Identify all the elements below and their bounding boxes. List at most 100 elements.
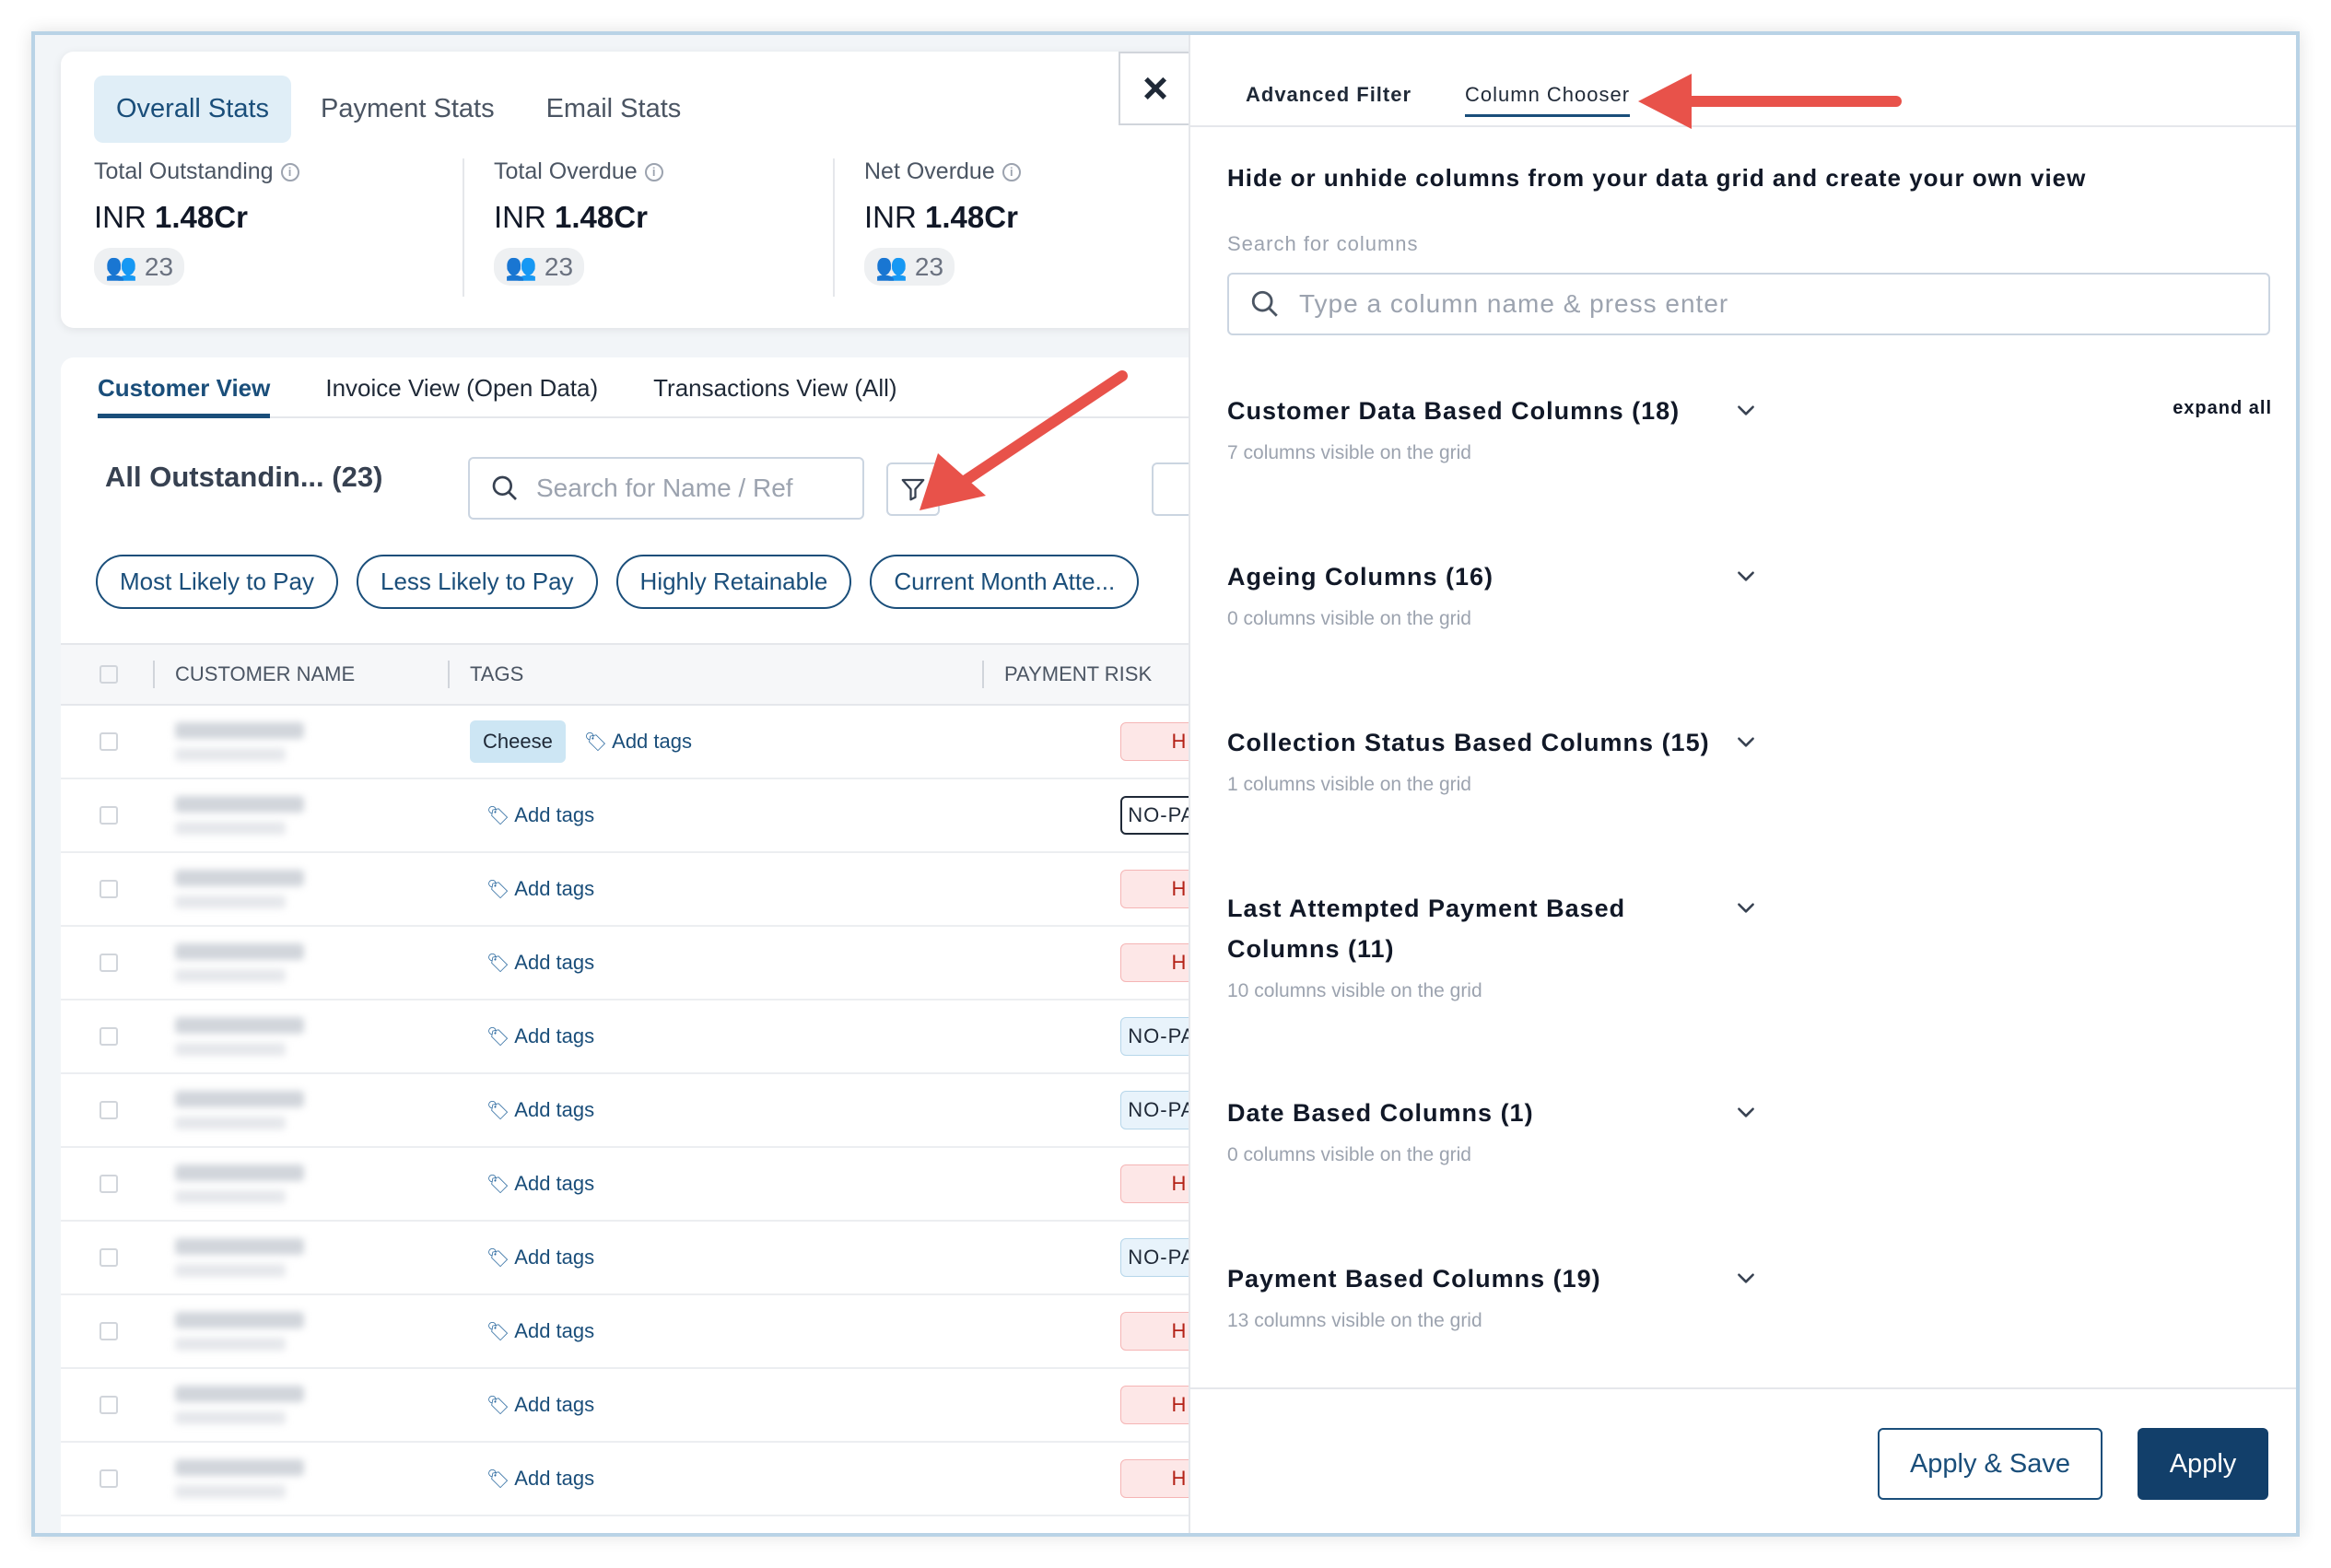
stat-currency: INR (494, 200, 546, 234)
row-checkbox[interactable] (100, 1175, 118, 1193)
chevron-down-icon[interactable] (1734, 398, 1758, 422)
add-tags-link[interactable]: 🏷 Add tags (486, 951, 594, 975)
tag-icon: 🏷 (486, 1248, 510, 1269)
customer-name-blurred[interactable] (175, 1017, 359, 1056)
stat-title: Total Overdue (494, 158, 638, 184)
panel-description: Hide or unhide columns from your data gr… (1227, 164, 2087, 192)
header-payment-risk[interactable]: PAYMENT RISK (1004, 662, 1152, 686)
customer-name-blurred[interactable] (175, 1238, 359, 1277)
customer-name-blurred[interactable] (175, 1312, 359, 1351)
row-checkbox[interactable] (100, 1101, 118, 1119)
row-checkbox[interactable] (100, 1469, 118, 1488)
customer-name-blurred[interactable] (175, 796, 359, 835)
table-row[interactable]: 🏷 Add tags HIGH (61, 1148, 1277, 1222)
row-checkbox[interactable] (100, 880, 118, 898)
tab-email-stats[interactable]: Email Stats (524, 76, 704, 143)
add-tags-label: Add tags (514, 1098, 595, 1121)
chevron-down-icon[interactable] (1734, 564, 1758, 588)
row-checkbox[interactable] (100, 732, 118, 751)
chevron-down-icon[interactable] (1734, 1100, 1758, 1124)
users-icon: 👥 (505, 252, 537, 281)
customer-name-blurred[interactable] (175, 870, 359, 908)
row-checkbox[interactable] (100, 1027, 118, 1046)
tags-cell: 🏷 Add tags (486, 1319, 594, 1343)
add-tags-link[interactable]: 🏷 Add tags (486, 1098, 594, 1122)
chevron-down-icon[interactable] (1734, 895, 1758, 919)
column-chooser-panel: Advanced Filter Column Chooser Hide or u… (1189, 35, 2296, 1533)
customer-name-blurred[interactable] (175, 943, 359, 982)
row-checkbox[interactable] (100, 1396, 118, 1414)
add-tags-link[interactable]: 🏷 Add tags (486, 877, 594, 901)
table-row[interactable]: 🏷 Add tags HIGH (61, 853, 1277, 927)
apply-button[interactable]: Apply (2138, 1428, 2268, 1500)
customer-search-input[interactable]: Search for Name / Ref (468, 457, 864, 520)
chevron-down-icon[interactable] (1734, 730, 1758, 754)
add-tags-link[interactable]: 🏷 Add tags (486, 803, 594, 827)
column-search-input[interactable]: Type a column name & press enter (1227, 273, 2270, 335)
tab-customer-view[interactable]: Customer View (98, 357, 271, 418)
search-placeholder: Search for Name / Ref (536, 474, 793, 502)
expand-all-link[interactable]: expand all (2173, 398, 2272, 419)
table-row[interactable]: 🏷 Add tags NO-PAYMENT (61, 779, 1277, 853)
add-tags-link[interactable]: 🏷 Add tags (486, 1172, 594, 1196)
customer-name-blurred[interactable] (175, 722, 359, 761)
chip-less-likely-to-pay[interactable]: Less Likely to Pay (356, 555, 598, 609)
table-row[interactable]: 🏷 Add tags HIGH (61, 1369, 1277, 1443)
chip-most-likely-to-pay[interactable]: Most Likely to Pay (96, 555, 338, 609)
table-row[interactable]: 🏷 Add tags NO-PAYMENT (61, 1222, 1277, 1295)
add-tags-label: Add tags (514, 1319, 595, 1342)
customer-name-blurred[interactable] (175, 1386, 359, 1424)
customer-name-blurred[interactable] (175, 1459, 359, 1498)
chip-highly-retainable[interactable]: Highly Retainable (615, 555, 852, 609)
row-checkbox[interactable] (100, 1248, 118, 1267)
tab-transactions-view[interactable]: Transactions View (All) (653, 357, 896, 418)
apply-save-button[interactable]: Apply & Save (1878, 1428, 2103, 1500)
app-frame: Overall Stats Payment Stats Email Stats … (31, 31, 2300, 1537)
add-tags-link[interactable]: 🏷 Add tags (584, 730, 692, 754)
add-tags-link[interactable]: 🏷 Add tags (486, 1319, 594, 1343)
add-tags-link[interactable]: 🏷 Add tags (486, 1467, 594, 1491)
column-group-visible-count: 0 columns visible on the grid (1227, 608, 1471, 629)
tab-invoice-view[interactable]: Invoice View (Open Data) (325, 357, 598, 418)
filter-button[interactable] (886, 462, 940, 516)
add-tags-link[interactable]: 🏷 Add tags (486, 1393, 594, 1417)
header-tags[interactable]: TAGS (470, 662, 523, 686)
row-checkbox[interactable] (100, 806, 118, 825)
table-row[interactable]: 🏷 Add tags NO-PAYMENT (61, 1074, 1277, 1148)
table-row[interactable]: 🏷 Add tags HIGH (61, 1443, 1277, 1516)
customer-name-blurred[interactable] (175, 1164, 359, 1203)
customer-name-blurred[interactable] (175, 1091, 359, 1129)
tag-icon: 🏷 (486, 1101, 510, 1121)
tag-icon: 🏷 (486, 806, 510, 826)
tag-icon: 🏷 (486, 1175, 510, 1195)
add-tags-label: Add tags (514, 1024, 595, 1047)
table-row[interactable]: 🏷 Add tags HIGH (61, 1295, 1277, 1369)
row-checkbox[interactable] (100, 1322, 118, 1340)
tag-chip[interactable]: Cheese (470, 720, 566, 763)
stat-title: Net Overdue (864, 158, 995, 184)
close-icon[interactable]: × (1119, 52, 1192, 125)
tab-column-chooser[interactable]: Column Chooser (1465, 83, 1631, 117)
tab-overall-stats[interactable]: Overall Stats (94, 76, 291, 143)
add-tags-label: Add tags (514, 1393, 595, 1416)
tab-payment-stats[interactable]: Payment Stats (299, 76, 517, 143)
chip-current-month[interactable]: Current Month Atte... (870, 555, 1140, 609)
info-icon[interactable]: i (644, 162, 663, 181)
stat-blocks: Total Outstanding i INR 1.48Cr 👥 23 Total … (94, 158, 1205, 297)
tab-advanced-filter[interactable]: Advanced Filter (1246, 83, 1411, 114)
info-icon[interactable]: i (1002, 162, 1021, 181)
add-tags-label: Add tags (514, 877, 595, 900)
header-customer-name[interactable]: CUSTOMER NAME (175, 662, 355, 686)
row-checkbox[interactable] (100, 954, 118, 972)
stat-net-overdue: Net Overdue i INR 1.48Cr 👥 23 (835, 158, 1205, 297)
chevron-down-icon[interactable] (1734, 1266, 1758, 1290)
table-row[interactable]: Cheese 🏷 Add tags HIGH (61, 706, 1277, 779)
add-tags-link[interactable]: 🏷 Add tags (486, 1024, 594, 1048)
table-row[interactable]: 🏷 Add tags HIGH (61, 927, 1277, 1000)
table-row[interactable]: 🏷 Add tags NO-PAYMENT (61, 1000, 1277, 1074)
quick-filter-chips: Most Likely to Pay Less Likely to Pay Hi… (96, 555, 1140, 609)
add-tags-link[interactable]: 🏷 Add tags (486, 1246, 594, 1270)
select-all-checkbox[interactable] (100, 665, 118, 684)
info-icon[interactable]: i (280, 162, 299, 181)
users-icon: 👥 (105, 252, 137, 281)
